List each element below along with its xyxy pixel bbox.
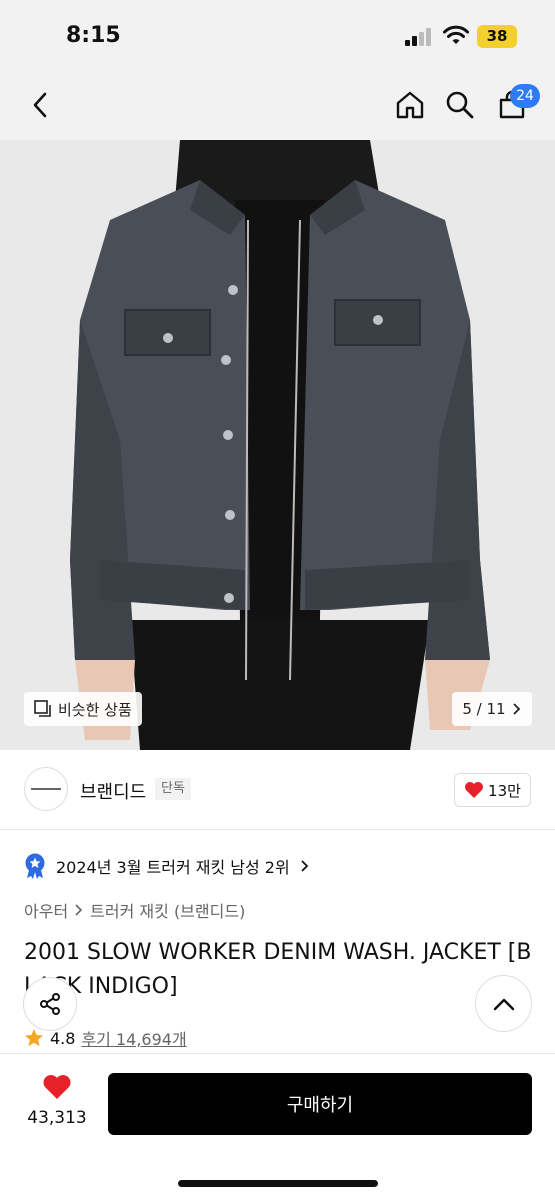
- home-icon: [396, 91, 424, 119]
- search-icon: [446, 91, 474, 119]
- cellular-signal-icon: [405, 28, 435, 46]
- brand-like-button[interactable]: 13만: [454, 773, 531, 807]
- similar-products-button[interactable]: 비슷한 상품: [24, 692, 142, 726]
- ranking-link[interactable]: 2024년 3월 트러커 재킷 남성 2위: [24, 850, 310, 882]
- home-indicator: [178, 1180, 378, 1187]
- cart-count-badge: 24: [510, 84, 540, 108]
- ranking-badge-icon: [25, 853, 45, 879]
- bottom-action-bar: 43,313 구매하기: [0, 1053, 555, 1200]
- heart-icon: [43, 1075, 71, 1099]
- page-indicator-text: 5 / 11: [462, 700, 506, 718]
- brand-like-count: 13만: [488, 781, 521, 800]
- breadcrumb: 아우터 트러커 재킷 (브랜디드): [24, 898, 245, 922]
- heart-icon: [465, 782, 484, 798]
- brand-name[interactable]: 브랜디드: [80, 778, 146, 804]
- breadcrumb-subcategory[interactable]: 트러커 재킷 (브랜디드): [90, 898, 245, 922]
- brand-logo[interactable]: [24, 767, 68, 811]
- buy-button[interactable]: 구매하기: [108, 1073, 532, 1135]
- share-button[interactable]: [23, 977, 77, 1031]
- wifi-icon: [443, 25, 469, 44]
- top-nav: [0, 70, 555, 140]
- wishlist-count: 43,313: [27, 1108, 87, 1128]
- similar-products-label: 비슷한 상품: [58, 700, 132, 719]
- breadcrumb-category[interactable]: 아우터: [24, 898, 68, 922]
- reviews-link[interactable]: 후기 14,694개: [81, 1026, 186, 1050]
- scroll-to-top-button[interactable]: [475, 975, 532, 1032]
- chevron-left-icon: [33, 92, 47, 118]
- wishlist-button[interactable]: 43,313: [20, 1074, 94, 1128]
- chevron-right-icon: [512, 703, 520, 715]
- product-photo: [0, 140, 555, 750]
- exclusive-tag: 단독: [155, 778, 191, 800]
- status-bar: 8:15 38: [0, 0, 555, 70]
- product-title: 2001 SLOW WORKER DENIM WASH. JACKET [BLA…: [24, 940, 532, 999]
- chevron-right-icon: [75, 904, 83, 916]
- star-icon: [25, 1029, 43, 1047]
- image-page-indicator[interactable]: 5 / 11: [452, 692, 532, 726]
- battery-indicator: 38: [477, 25, 517, 48]
- share-icon: [40, 993, 60, 1015]
- ranking-text: 2024년 3월 트러커 재킷 남성 2위: [56, 858, 290, 877]
- back-button[interactable]: [20, 85, 60, 125]
- similar-items-icon: [34, 700, 51, 717]
- product-image-gallery[interactable]: 비슷한 상품 5 / 11: [0, 140, 555, 750]
- search-button[interactable]: [440, 85, 480, 125]
- home-button[interactable]: [390, 85, 430, 125]
- status-time: 8:15: [66, 23, 121, 48]
- chevron-up-icon: [493, 998, 514, 1010]
- rating-score: 4.8: [50, 1028, 76, 1048]
- chevron-right-icon: [301, 860, 308, 872]
- brand-row: 브랜디드 단독 13만: [0, 750, 555, 830]
